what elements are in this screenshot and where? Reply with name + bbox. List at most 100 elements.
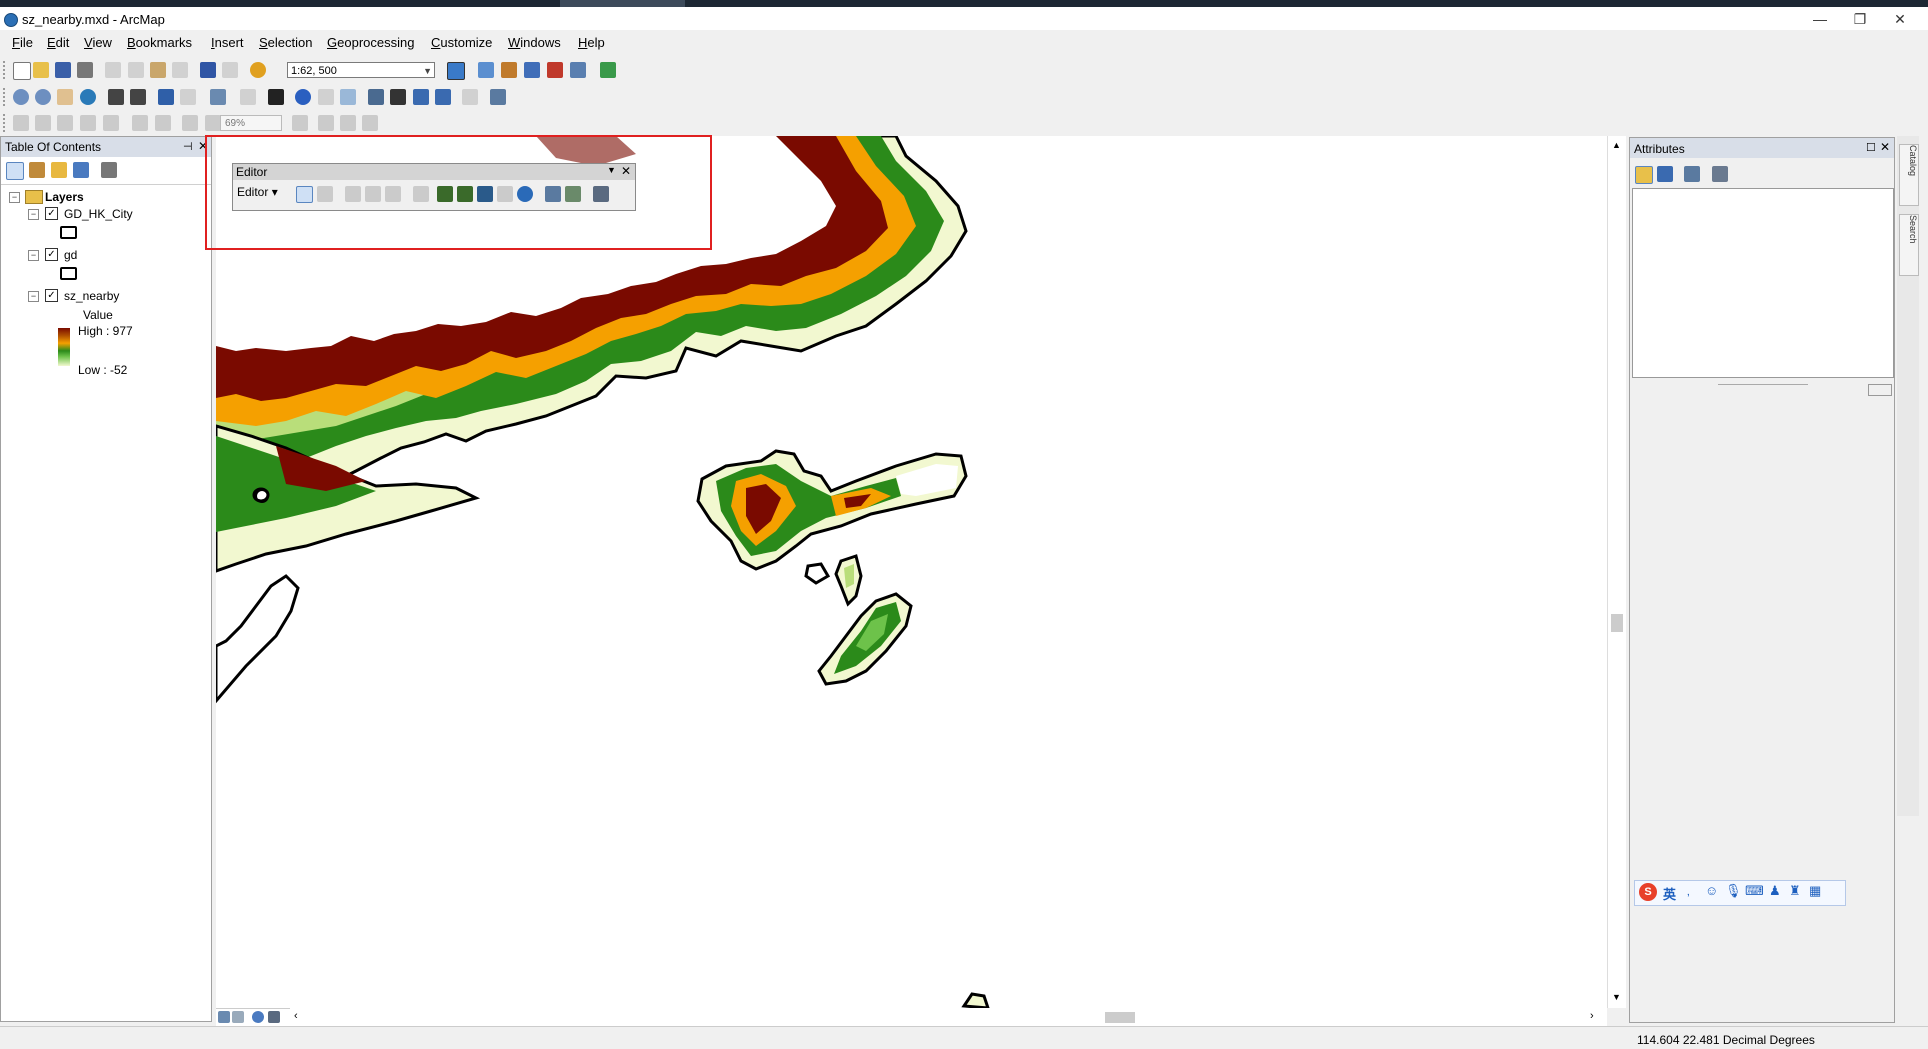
menu-insert[interactable]: Insert [211, 35, 244, 50]
go-to-xy-icon[interactable] [435, 89, 451, 105]
collapse-layers-icon[interactable]: − [9, 192, 20, 203]
catalog-tab[interactable]: Catalog [1899, 144, 1919, 206]
scroll-right-icon[interactable]: › [1590, 1010, 1594, 1022]
map-horizontal-scrollbar[interactable]: ‹ › [290, 1008, 1607, 1026]
scroll-thumb[interactable] [1105, 1012, 1135, 1023]
elevation-color-ramp[interactable] [58, 328, 70, 366]
zoom-whole-page-icon[interactable] [80, 115, 96, 131]
html-popup-icon[interactable] [340, 89, 356, 105]
close-button[interactable]: ✕ [1880, 8, 1920, 30]
table-of-contents-icon[interactable] [478, 62, 494, 78]
layer-visibility-checkbox[interactable]: ✓ [45, 289, 58, 302]
print-icon[interactable] [77, 62, 93, 78]
toolbox-grid-icon[interactable]: ▦ [1809, 883, 1821, 899]
attributes-list[interactable] [1632, 188, 1894, 378]
find-route-icon[interactable] [413, 89, 429, 105]
layer-visibility-checkbox[interactable]: ✓ [45, 248, 58, 261]
forward-extent-icon[interactable] [180, 89, 196, 105]
punctuation-icon[interactable]: ‚ [1687, 884, 1690, 898]
maximize-icon[interactable]: ☐ [1866, 141, 1876, 154]
catalog-icon[interactable] [501, 62, 517, 78]
zoom-100-icon[interactable] [103, 115, 119, 131]
select-features-icon[interactable] [210, 89, 226, 105]
select-elements-icon[interactable] [268, 89, 284, 105]
focus-data-frame-icon[interactable] [318, 115, 334, 131]
data-driven-pages-icon[interactable] [362, 115, 378, 131]
pan-icon[interactable] [57, 89, 73, 105]
measure-icon[interactable] [368, 89, 384, 105]
clear-selection-icon[interactable] [240, 89, 256, 105]
microphone-icon[interactable]: 🎙 [1725, 883, 1742, 899]
splitter[interactable] [1718, 384, 1808, 385]
list-by-layer-icon[interactable] [1635, 166, 1653, 184]
full-extent-icon[interactable] [80, 89, 96, 105]
emoji-icon[interactable]: ☺ [1705, 883, 1718, 898]
menu-windows[interactable]: Windows [508, 35, 561, 50]
list-by-visibility-icon[interactable] [51, 162, 67, 178]
toc-options-icon[interactable] [101, 162, 117, 178]
filter-layers-icon[interactable] [1684, 166, 1700, 182]
layout-zoom-in-icon[interactable] [13, 115, 29, 131]
layers-root-label[interactable]: Layers [45, 190, 84, 204]
time-slider-icon[interactable] [462, 89, 478, 105]
editor-toolbar-icon[interactable] [447, 62, 465, 80]
layout-zoom-out-icon[interactable] [35, 115, 51, 131]
redo-icon[interactable] [222, 62, 238, 78]
ime-language-toggle[interactable]: 英 [1663, 884, 1676, 903]
layout-view-icon[interactable] [232, 1011, 244, 1023]
menu-customize[interactable]: Customize [431, 35, 492, 50]
keyboard-icon[interactable]: ⌨ [1745, 883, 1764, 899]
attributes-options-icon[interactable] [1712, 166, 1728, 182]
minimize-button[interactable]: — [1800, 8, 1840, 30]
user-icon[interactable]: ♟ [1769, 883, 1781, 899]
model-builder-icon[interactable] [600, 62, 616, 78]
arctoolbox-icon[interactable] [547, 62, 563, 78]
attributes-close-icon[interactable]: ✕ [1880, 140, 1890, 154]
restore-button[interactable]: ❐ [1840, 8, 1880, 30]
open-folder-icon[interactable] [33, 62, 49, 78]
scroll-thumb[interactable] [1611, 614, 1623, 632]
menu-view[interactable]: View [84, 35, 112, 50]
back-extent-icon[interactable] [158, 89, 174, 105]
layout-fixed-zoom-in-icon[interactable] [132, 115, 148, 131]
list-by-source-icon[interactable] [29, 162, 45, 178]
new-document-icon[interactable] [13, 62, 31, 80]
map-display[interactable] [216, 136, 1607, 1008]
collapse-layer-icon[interactable]: − [28, 291, 39, 302]
refresh-icon[interactable] [252, 1011, 264, 1023]
change-layout-icon[interactable] [340, 115, 356, 131]
menu-edit[interactable]: Edit [47, 35, 69, 50]
sogou-logo-icon[interactable]: S [1639, 883, 1657, 901]
zoom-in-icon[interactable] [13, 89, 29, 105]
menu-selection[interactable]: Selection [259, 35, 312, 50]
map-scale-combo[interactable]: 1:62, 500 ▼ [287, 62, 435, 78]
list-by-selection-icon[interactable] [73, 162, 89, 178]
find-icon[interactable] [390, 89, 406, 105]
identify-icon[interactable] [295, 89, 311, 105]
undo-icon[interactable] [200, 62, 216, 78]
layout-back-icon[interactable] [182, 115, 198, 131]
scroll-up-icon[interactable]: ▲ [1612, 140, 1621, 150]
add-data-icon[interactable] [250, 62, 266, 78]
collapse-layer-icon[interactable]: − [28, 250, 39, 261]
data-view-icon[interactable] [218, 1011, 230, 1023]
list-by-drawing-order-icon[interactable] [6, 162, 24, 180]
polygon-symbol[interactable] [60, 267, 77, 280]
fixed-zoom-out-icon[interactable] [130, 89, 146, 105]
menu-bookmarks[interactable]: Bookmarks [127, 35, 192, 50]
pause-drawing-icon[interactable] [268, 1011, 280, 1023]
layout-fixed-zoom-out-icon[interactable] [155, 115, 171, 131]
python-window-icon[interactable] [570, 62, 586, 78]
save-icon[interactable] [55, 62, 71, 78]
skin-icon[interactable]: ♜ [1789, 883, 1801, 899]
menu-file[interactable]: File [12, 35, 33, 50]
layout-pan-icon[interactable] [57, 115, 73, 131]
pin-icon[interactable]: ⊣ [183, 140, 193, 153]
collapse-layer-icon[interactable]: − [28, 209, 39, 220]
search-tab[interactable]: Search [1899, 214, 1919, 276]
menu-geoprocessing[interactable]: Geoprocessing [327, 35, 414, 50]
copy-icon[interactable] [128, 62, 144, 78]
create-viewer-icon[interactable] [490, 89, 506, 105]
hyperlink-icon[interactable] [318, 89, 334, 105]
scroll-left-icon[interactable]: ‹ [294, 1010, 298, 1022]
